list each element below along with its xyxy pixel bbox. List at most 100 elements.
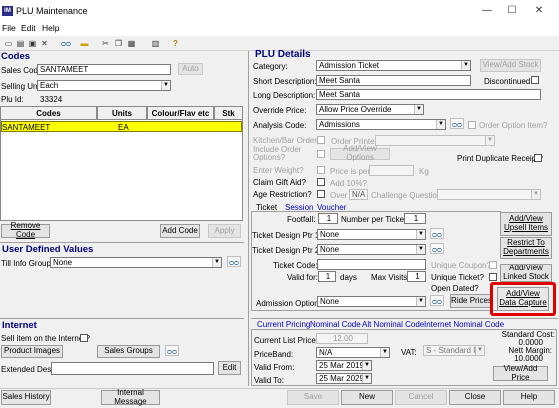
kitchen-checkbox[interactable]	[317, 136, 325, 144]
tab-alt-nominal-code[interactable]: Alt Nominal Code	[362, 320, 424, 329]
long-desc-input[interactable]: Meet Santa	[316, 89, 541, 100]
category-select[interactable]: Admission Ticket ▼	[316, 60, 471, 71]
delete-icon[interactable]: ✕	[39, 38, 50, 49]
maximize-icon[interactable]: ☐	[503, 3, 521, 19]
priceband-select[interactable]: N/A ▼	[316, 347, 390, 358]
add-view-options-button[interactable]: Add/View Options	[330, 144, 390, 162]
ride-prices-button[interactable]: Ride Prices	[450, 294, 493, 308]
binoculars-icon[interactable]: ᴑᴑ	[430, 243, 444, 254]
challenge-select[interactable]: ▼	[437, 189, 541, 200]
extended-desc-label: Extended Desc	[1, 365, 56, 374]
tab-nominal-code[interactable]: Nominal Code	[310, 320, 361, 329]
sales-history-button[interactable]: Sales History	[1, 390, 51, 405]
close-icon[interactable]: ✕	[530, 3, 548, 19]
sales-code-input[interactable]: SANTAMEET	[37, 64, 171, 75]
binoculars-icon[interactable]: ᴑᴑ	[430, 228, 444, 239]
help-button[interactable]: Help	[503, 390, 555, 405]
valid-for-input[interactable]: 1	[318, 271, 336, 282]
menu-file[interactable]: File	[2, 23, 16, 33]
menu-edit[interactable]: Edit	[21, 23, 36, 33]
vat-select[interactable]: S - Standard Ra ▼	[423, 345, 485, 356]
short-desc-input[interactable]: Meet Santa	[316, 75, 471, 86]
chevron-down-icon: ▼	[414, 105, 423, 114]
save-icon[interactable]: ▣	[27, 38, 38, 49]
unique-coupon-label: Unique Coupon?	[431, 261, 492, 270]
chevron-down-icon: ▼	[531, 190, 540, 199]
chevron-down-icon: ▼	[416, 245, 425, 254]
order-printer-select[interactable]: ▼	[375, 135, 495, 146]
valid-to-input[interactable]: 25 Mar 2029 ▼	[316, 373, 372, 384]
tab-internet-nominal-code[interactable]: Internet Nominal Code	[424, 320, 504, 329]
claim-gift-checkbox[interactable]	[317, 178, 325, 186]
binoculars-icon[interactable]: ᴑᴑ	[450, 118, 464, 129]
binoculars-icon[interactable]: ᴑᴑ	[227, 256, 241, 267]
ticket-code-input[interactable]	[317, 259, 426, 270]
selling-unit-select[interactable]: Each ▼	[37, 80, 171, 91]
chevron-down-icon: ▼	[212, 258, 221, 267]
sales-groups-button[interactable]: Sales Groups	[97, 345, 160, 358]
menu-help[interactable]: Help	[42, 23, 59, 33]
current-list-price-label: Current List Price:	[254, 336, 319, 345]
cancel-button[interactable]: Cancel	[395, 390, 447, 405]
print-icon[interactable]: ▥	[150, 38, 161, 49]
view-add-price-button[interactable]: View/Add Price	[493, 364, 548, 381]
print-duplicate-checkbox[interactable]	[534, 154, 542, 162]
number-per-ticket-input[interactable]: 1	[404, 213, 426, 224]
category-label: Category:	[253, 62, 288, 71]
cut-icon[interactable]: ✂	[100, 38, 111, 49]
apply-button[interactable]: Apply	[208, 224, 241, 238]
binoculars-icon[interactable]: ᴑᴑ	[430, 295, 444, 306]
add-code-button[interactable]: Add Code	[160, 224, 200, 238]
product-images-button[interactable]: Product Images	[1, 345, 63, 358]
help-icon[interactable]: ?	[170, 38, 181, 49]
order-option-checkbox[interactable]	[468, 121, 476, 129]
sell-internet-checkbox[interactable]	[80, 334, 88, 342]
view-add-stock-button[interactable]: View/Add Stock	[480, 59, 541, 72]
current-list-price-input[interactable]: 12.00	[316, 333, 368, 344]
till-info-select[interactable]: None ▼	[50, 257, 222, 268]
max-visits-input[interactable]: 1	[407, 271, 426, 282]
minimize-icon[interactable]: —	[478, 3, 496, 19]
include-order-checkbox[interactable]	[317, 150, 325, 158]
new-doc-icon[interactable]: ▭	[3, 38, 14, 49]
tab-current-pricing[interactable]: Current Pricing	[257, 320, 310, 329]
remove-code-button[interactable]: Remove Code	[1, 221, 50, 239]
unique-coupon-checkbox[interactable]	[489, 261, 497, 269]
image-icon[interactable]: ▬	[79, 38, 90, 49]
binoculars-icon[interactable]: ᴑᴑ	[59, 38, 73, 49]
upsell-items-button[interactable]: Add/View Upsell Items	[500, 212, 552, 236]
admission-options-select[interactable]: None ▼	[317, 296, 426, 307]
paste-icon[interactable]: ▦	[126, 38, 137, 49]
new-button[interactable]: New	[341, 390, 393, 405]
analysis-code-select[interactable]: Admissions ▼	[316, 119, 446, 130]
kg-label: Kg	[419, 167, 429, 176]
col-header-colour[interactable]: Colour/Flav etc	[147, 106, 214, 120]
auto-button[interactable]: Auto	[178, 63, 203, 75]
enter-weight-checkbox[interactable]	[317, 166, 325, 174]
copy-icon[interactable]: ❐	[113, 38, 124, 49]
design-ptr2-select[interactable]: None ▼	[317, 244, 426, 255]
internal-message-button[interactable]: Internal Message	[101, 388, 160, 405]
discontinued-checkbox[interactable]	[531, 76, 539, 84]
edit-button[interactable]: Edit	[218, 361, 241, 375]
close-button[interactable]: Close	[449, 390, 501, 405]
valid-from-input[interactable]: 25 Mar 2019 ▼	[316, 360, 372, 371]
price-per-input[interactable]	[369, 165, 414, 176]
linked-stock-button[interactable]: Add/View Linked Stock	[500, 264, 552, 282]
override-price-select[interactable]: Allow Price Override ▼	[316, 104, 424, 115]
over-age-input[interactable]: N/A	[349, 189, 368, 200]
chevron-down-icon: ▼	[475, 346, 484, 355]
extended-desc-input[interactable]	[51, 362, 214, 375]
design-ptr1-select[interactable]: None ▼	[317, 229, 426, 240]
open-icon[interactable]: ▤	[15, 38, 26, 49]
footfall-input[interactable]: 1	[318, 213, 338, 224]
col-header-codes[interactable]: Codes	[0, 106, 97, 120]
col-header-units[interactable]: Units	[97, 106, 147, 120]
binoculars-icon[interactable]: ᴑᴑ	[165, 345, 179, 356]
restrict-departments-button[interactable]: Restrict To Departments	[500, 237, 552, 259]
save-button[interactable]: Save	[287, 390, 339, 405]
open-dated-label: Open Dated?	[431, 284, 479, 293]
age-restriction-checkbox[interactable]	[317, 190, 325, 198]
unique-ticket-checkbox[interactable]	[489, 273, 497, 281]
col-header-stk[interactable]: Stk	[214, 106, 243, 120]
